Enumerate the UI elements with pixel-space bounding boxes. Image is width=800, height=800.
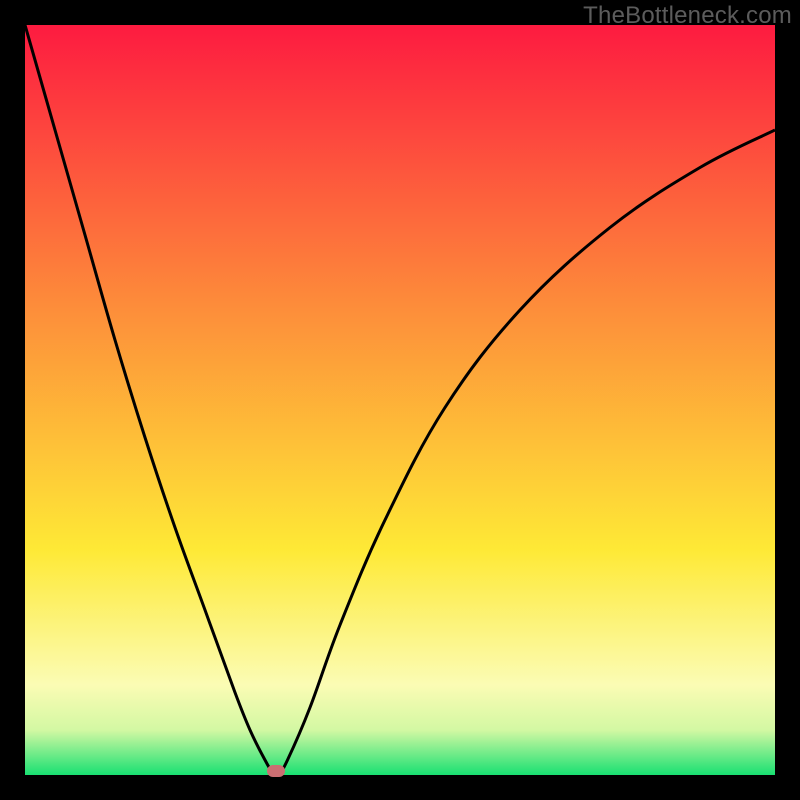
minimum-marker [267, 765, 285, 777]
chart-frame [25, 25, 775, 775]
background-gradient [25, 25, 775, 775]
